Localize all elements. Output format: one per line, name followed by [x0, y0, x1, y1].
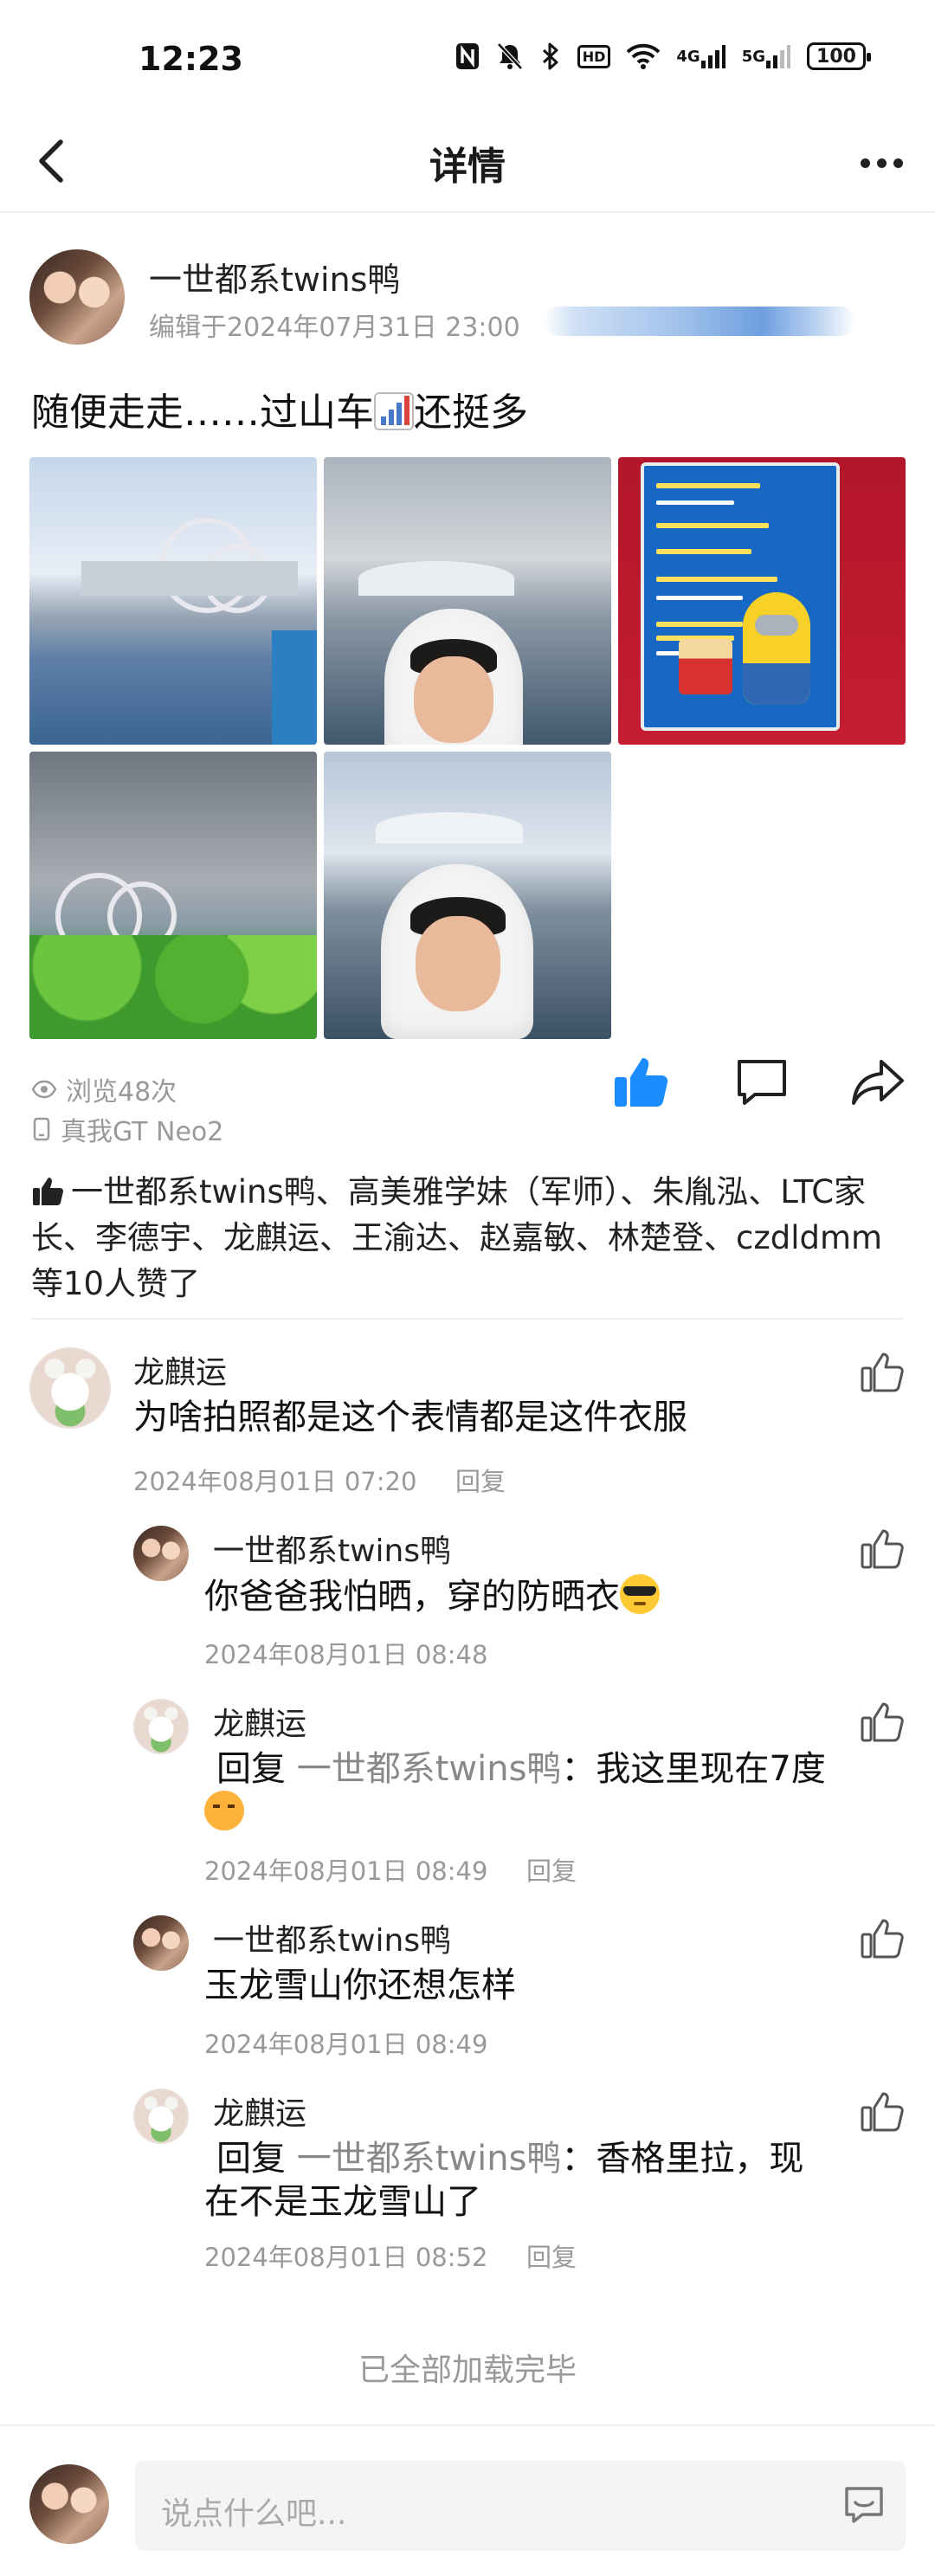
reply-time: 2024年08月01日 08:48: [204, 1640, 488, 1669]
photo-popcorn-minion-menu[interactable]: [618, 457, 906, 745]
reply-text: 你爸爸我怕晒，穿的防晒衣: [204, 1574, 660, 1618]
comment-input-placeholder: 说点什么吧...: [161, 2496, 347, 2532]
share-button-icon[interactable]: [848, 1055, 907, 1110]
photo-roller-coaster-lake[interactable]: [29, 457, 317, 745]
page-title: 详情: [429, 145, 506, 189]
chart-increasing-emoji-icon: [374, 392, 414, 430]
more-options-icon[interactable]: [854, 137, 909, 189]
reply-like-icon[interactable]: [859, 1915, 906, 1960]
reply-text: 玉龙雪山你还想怎样: [204, 1966, 516, 2005]
comment-input[interactable]: 说点什么吧...: [135, 2461, 906, 2551]
reply-avatar[interactable]: [133, 1699, 189, 1754]
eye-icon: [31, 1080, 57, 1099]
device-info: 真我GT Neo2: [31, 1110, 223, 1148]
reply-time: 2024年08月01日 08:49: [204, 2030, 488, 2059]
device-text: 真我GT Neo2: [61, 1117, 224, 1147]
reply-time: 2024年08月01日 08:52: [204, 2243, 488, 2272]
likers-list: 一世都系twins鸭、高美雅学妹（军师）、朱胤泓、LTC家长、李德宇、龙麒运、王…: [31, 1169, 906, 1307]
reply-avatar[interactable]: [133, 1915, 189, 1971]
comment-input-bar: 说点什么吧...: [0, 2424, 935, 2576]
reply-like-icon[interactable]: [859, 1526, 906, 1571]
commenter-name[interactable]: 龙麒运: [133, 1347, 227, 1392]
reply-to-user[interactable]: 一世都系twins鸭: [297, 2139, 562, 2179]
reply-avatar[interactable]: [133, 1526, 189, 1581]
bluetooth-icon: [539, 42, 562, 71]
reply-like-icon[interactable]: [859, 2089, 906, 2134]
divider: [31, 1318, 904, 1320]
emoji-keyboard-icon[interactable]: [842, 2483, 887, 2527]
reply-text-content: ：我这里现在7度: [561, 1749, 826, 1789]
nav-bar: 详情: [0, 113, 935, 213]
reply-to-user[interactable]: 一世都系twins鸭: [297, 1749, 562, 1789]
reply-like-icon[interactable]: [859, 1699, 906, 1744]
like-button-active-icon[interactable]: [611, 1055, 670, 1110]
post-edit-time: 编辑于2024年07月31日 23:00: [149, 313, 520, 343]
comment-time: 2024年08月01日 07:20: [133, 1467, 417, 1496]
reply-author-name[interactable]: 一世都系twins鸭: [213, 1915, 451, 1960]
wifi-icon: [626, 42, 661, 70]
author-avatar[interactable]: [29, 249, 125, 345]
reply-button[interactable]: 回复: [526, 2237, 577, 2274]
hd-icon: HD: [577, 44, 611, 68]
view-count: 浏览48次: [31, 1070, 177, 1108]
post-author-name[interactable]: 一世都系twins鸭: [149, 253, 400, 300]
comment-text: 为啥拍照都是这个表情都是这件衣服: [133, 1398, 687, 1437]
photo-selfie-white-hood[interactable]: [324, 457, 611, 745]
reply-avatar[interactable]: [133, 2089, 189, 2144]
comment-button-icon[interactable]: [732, 1055, 791, 1110]
reply-button[interactable]: 回复: [526, 1851, 577, 1888]
view-count-text: 浏览48次: [66, 1077, 177, 1107]
reply-button[interactable]: 回复: [455, 1462, 506, 1498]
loaded-all-text: 已全部加载完毕: [358, 2353, 577, 2388]
likers-text: 一世都系twins鸭、高美雅学妹（军师）、朱胤泓、LTC家长、李德宇、龙麒运、王…: [31, 1173, 883, 1302]
photo-roller-coaster-greenery[interactable]: [29, 752, 317, 1039]
reply-author-name[interactable]: 龙麒运: [213, 2089, 306, 2134]
reply-prefix: 回复: [216, 2139, 286, 2179]
reply-text-content: 你爸爸我怕晒，穿的防晒衣: [204, 1577, 620, 1617]
signal-5g-icon: 5G: [742, 43, 791, 69]
mute-icon: [496, 42, 524, 71]
signal-4g-icon: 4G: [676, 43, 725, 69]
commenter-avatar[interactable]: [29, 1347, 111, 1429]
post-text: 随便走走……过山车 还挺多: [31, 381, 528, 436]
reply-author-name[interactable]: 龙麒运: [213, 1699, 306, 1744]
photo-selfie-white-hood-2[interactable]: [324, 752, 611, 1039]
status-time: 12:23: [139, 40, 243, 78]
thumb-up-icon: [33, 1178, 63, 1205]
status-bar: 12:23 HD 4G 5G 100: [0, 0, 935, 113]
battery-icon: 100: [807, 42, 871, 70]
steam-face-emoji-icon: [204, 1791, 244, 1830]
status-icons: HD 4G 5G 100: [455, 42, 871, 71]
phone-icon: [33, 1117, 50, 1141]
signal-4g-label: 4G: [676, 47, 700, 66]
reply-author-name[interactable]: 一世都系twins鸭: [213, 1526, 451, 1571]
reply-text: 回复 一世都系twins鸭：香格里拉，现在不是玉龙雪山了: [204, 2137, 828, 2224]
reply-prefix: 回复: [216, 1749, 286, 1789]
medal-badge-strip: [544, 307, 855, 336]
signal-5g-label: 5G: [741, 47, 765, 66]
my-avatar[interactable]: [29, 2464, 109, 2544]
reply-text: 回复 一世都系twins鸭：我这里现在7度: [204, 1747, 828, 1835]
comment-like-icon[interactable]: [859, 1349, 906, 1394]
sunglasses-emoji-icon: [620, 1574, 660, 1614]
nfc-icon: [455, 42, 480, 71]
post-text-before: 随便走走……过山车: [31, 391, 374, 435]
post-text-after: 还挺多: [414, 391, 528, 435]
reply-time: 2024年08月01日 08:49: [204, 1856, 488, 1886]
